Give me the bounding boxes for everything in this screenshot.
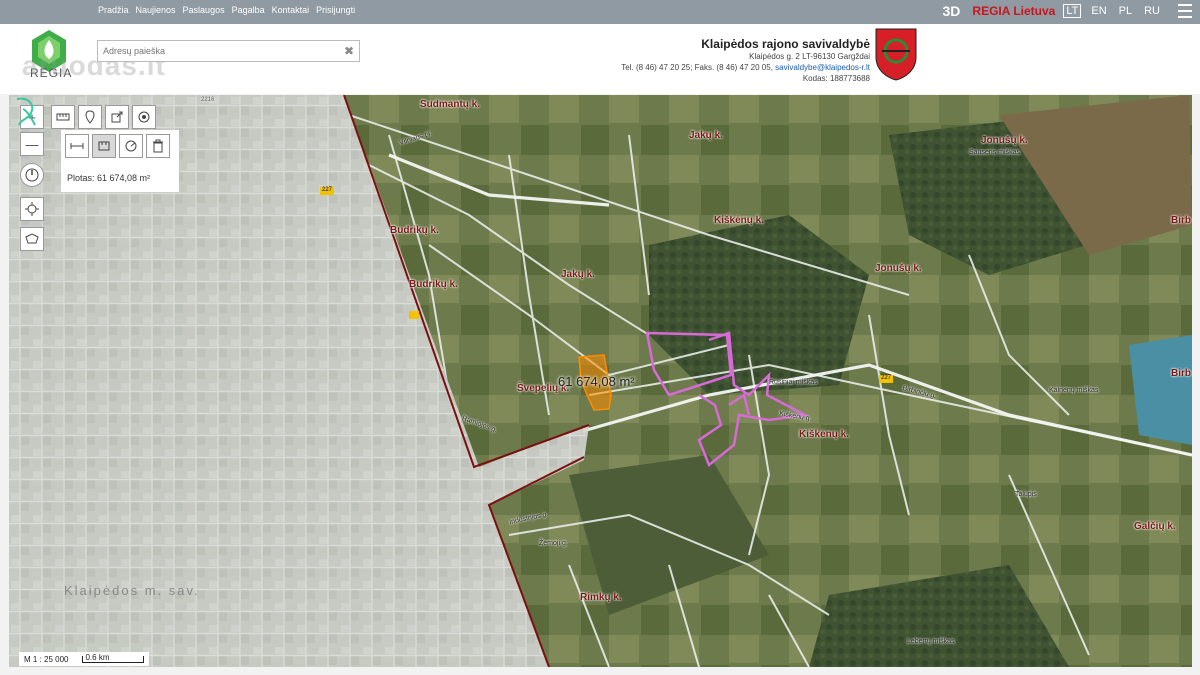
measure-panel: Plotas: 61 674,08 m² <box>61 130 179 192</box>
clear-search-icon[interactable]: ✖ <box>344 44 354 58</box>
place-label: Jonušų k. <box>875 263 922 274</box>
forest-label: Lebertų miškas <box>907 638 955 645</box>
brand-link[interactable]: REGIA Lietuva <box>972 4 1055 18</box>
zoom-out-button[interactable]: — <box>20 132 44 156</box>
measure-distance-button[interactable] <box>65 134 89 158</box>
address-search: ✖ <box>97 40 360 62</box>
forest-label: Rusiniai miškas <box>769 379 818 386</box>
measure-distance-icon <box>70 143 84 149</box>
municipality-name: Klaipėdos rajono savivaldybė <box>701 37 870 51</box>
municipality-phone-text: Tel. (8 46) 47 20 25; Faks. (8 46) 47 20… <box>621 63 773 72</box>
compass-icon <box>25 168 39 182</box>
compass-button[interactable] <box>20 163 44 187</box>
shape-icon <box>25 233 39 244</box>
target-icon <box>138 111 150 123</box>
menu-icon[interactable] <box>1178 4 1192 18</box>
place-label: Kiškėnų k. <box>714 215 765 226</box>
share-button[interactable] <box>105 105 129 129</box>
measured-area-label: 61 674,08 m² <box>558 374 635 389</box>
municipality-code: Kodas: 188773688 <box>802 74 870 83</box>
draw-polygon-button[interactable] <box>20 227 44 251</box>
regia-corner-logo-icon <box>16 97 36 126</box>
measure-area-button[interactable] <box>92 134 116 158</box>
top-right-controls: 3D REGIA Lietuva LT EN PL RU <box>943 3 1162 19</box>
road-marker-141 <box>409 311 419 319</box>
street-label: Žemoji g. <box>539 540 568 547</box>
municipality-email[interactable]: savivaldybe@klaipedos-r.lt <box>775 63 870 72</box>
lang-pl[interactable]: PL <box>1117 5 1134 17</box>
forest-label: Sauseris miškas <box>969 149 1020 156</box>
header: REGIA aruodas.lt ✖ Klaipėdos rajono savi… <box>0 24 1200 94</box>
place-label: Kiškėnų k. <box>799 429 850 440</box>
scale-bar: 0.6 km <box>82 652 145 663</box>
water-label: Talupis <box>1015 491 1037 498</box>
area-readout: Plotas: 61 674,08 m² <box>67 173 151 183</box>
forest-label: Kalnėnų miškas <box>1049 387 1099 394</box>
road-number: 227 <box>881 375 892 381</box>
scale-bar-label: 0.6 km <box>85 652 110 662</box>
top-nav: Pradžia Naujienos Paslaugos Pagalba Kont… <box>98 5 355 15</box>
place-label: Jakų k. <box>561 269 595 280</box>
crosshair-icon <box>25 202 39 216</box>
trash-icon <box>153 139 163 153</box>
locate-point-button[interactable] <box>132 105 156 129</box>
measure-line-button[interactable] <box>51 105 75 129</box>
nav-prisijungti[interactable]: Prisijungti <box>316 5 355 15</box>
nav-pradzia[interactable]: Pradžia <box>98 5 129 15</box>
place-label: Jakų k. <box>689 130 723 141</box>
map-scale: M 1 : 25 000 0.6 km <box>19 652 150 666</box>
nav-kontaktai[interactable]: Kontaktai <box>272 5 310 15</box>
radius-icon <box>125 140 137 152</box>
measure-radius-button[interactable] <box>119 134 143 158</box>
scale-ratio: M 1 : 25 000 <box>24 654 69 664</box>
pin-icon <box>85 110 95 124</box>
place-label: Birb <box>1171 215 1191 226</box>
nav-pagalba[interactable]: Pagalba <box>232 5 265 15</box>
place-label: Budrikų k. <box>390 225 439 236</box>
delete-measure-button[interactable] <box>146 134 170 158</box>
place-label: Sudmantų k. <box>420 99 481 110</box>
place-label: Birb <box>1171 368 1191 379</box>
lang-lt[interactable]: LT <box>1063 4 1082 18</box>
road-number: 2216 <box>201 97 215 103</box>
place-label: Rimkų k. <box>580 592 622 603</box>
3d-toggle[interactable]: 3D <box>943 3 961 19</box>
lang-ru[interactable]: RU <box>1142 5 1162 17</box>
map-view[interactable]: Sudmantų k. Jakų k. Jonušų k. Kiškėnų k.… <box>9 95 1192 667</box>
municipality-info: Klaipėdos rajono savivaldybė Klaipėdos g… <box>621 37 870 84</box>
my-location-button[interactable] <box>20 197 44 221</box>
municipality-crest-icon <box>875 28 917 81</box>
nav-naujienos[interactable]: Naujienos <box>136 5 176 15</box>
ruler-icon <box>56 113 70 121</box>
place-label: Jonušų k. <box>981 135 1028 146</box>
lang-en[interactable]: EN <box>1089 5 1108 17</box>
city-watermark: Klaipėdos m. sav. <box>64 583 200 598</box>
nav-paslaugos[interactable]: Paslaugos <box>183 5 225 15</box>
share-icon <box>111 111 123 123</box>
top-bar: Pradžia Naujienos Paslaugos Pagalba Kont… <box>0 0 1200 24</box>
municipality-phone: Tel. (8 46) 47 20 25; Faks. (8 46) 47 20… <box>621 62 870 73</box>
address-search-input[interactable] <box>98 41 328 61</box>
place-label: Budrikų k. <box>409 279 458 290</box>
municipality-address: Klaipėdos g. 2 LT-96130 Gargždai <box>749 52 870 61</box>
place-marker-button[interactable] <box>78 105 102 129</box>
measure-area-icon <box>98 141 110 151</box>
place-label: Galčių k. <box>1134 521 1176 532</box>
road-number: 227 <box>322 187 333 193</box>
